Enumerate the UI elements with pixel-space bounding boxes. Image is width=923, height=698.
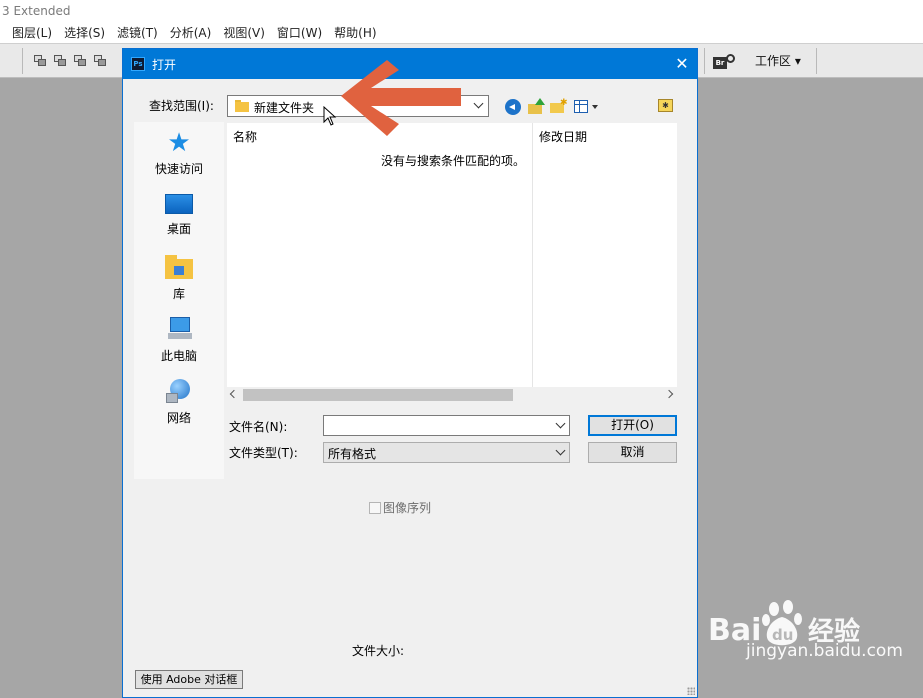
menu-bar: 图层(L) 选择(S) 滤镜(T) 分析(A) 视图(V) 窗口(W) 帮助(H… <box>0 22 923 43</box>
places-bar: ★ 快速访问 桌面 库 此电脑 网络 <box>134 122 224 479</box>
file-name-input[interactable] <box>323 415 570 436</box>
new-folder-icon[interactable]: ✱ <box>550 99 568 115</box>
favorite-folder-icon[interactable]: ✱ <box>658 99 673 112</box>
app-title: 3 Extended <box>0 0 923 22</box>
selection-new-icon[interactable] <box>34 55 47 67</box>
selection-add-icon[interactable] <box>54 55 67 67</box>
menu-help[interactable]: 帮助(H) <box>328 24 382 41</box>
menu-layer[interactable]: 图层(L) <box>6 24 58 41</box>
place-label: 快速访问 <box>154 162 203 176</box>
bridge-icon: Br <box>713 57 727 69</box>
file-type-select[interactable]: 所有格式 <box>323 442 570 463</box>
menu-window[interactable]: 窗口(W) <box>271 24 328 41</box>
toolbar-divider <box>704 48 705 74</box>
file-size-label: 文件大小: <box>352 644 405 658</box>
place-label: 库 <box>172 287 185 301</box>
place-this-pc[interactable]: 此电脑 <box>134 317 224 364</box>
quick-access-star-icon: ★ <box>167 128 191 158</box>
horizontal-scrollbar[interactable] <box>227 387 677 403</box>
network-icon <box>165 379 193 405</box>
toolbar-divider <box>22 48 23 74</box>
column-divider[interactable] <box>532 123 533 387</box>
place-label: 桌面 <box>166 222 191 236</box>
this-pc-icon <box>165 317 193 343</box>
dialog-title: 打开 <box>152 58 177 72</box>
magnifier-icon <box>726 54 735 63</box>
selection-subtract-icon[interactable] <box>74 55 87 67</box>
image-sequence-checkbox[interactable] <box>369 502 381 514</box>
image-sequence-label: 图像序列 <box>383 501 432 515</box>
place-desktop[interactable]: 桌面 <box>134 194 224 237</box>
view-dropdown-icon[interactable] <box>592 105 598 109</box>
place-network[interactable]: 网络 <box>134 379 224 426</box>
selection-intersect-icon[interactable] <box>94 55 107 67</box>
workspace-menu[interactable]: 工作区 ▾ <box>755 52 801 69</box>
place-library[interactable]: 库 <box>134 255 224 302</box>
annotation-arrow-icon <box>341 60 461 136</box>
place-label: 此电脑 <box>160 349 197 363</box>
file-list[interactable]: 名称 修改日期 没有与搜索条件匹配的项。 <box>227 123 677 403</box>
library-icon <box>165 255 193 281</box>
open-dialog: Ps 打开 ✕ 查找范围(I): 新建文件夹 ✱ ✱ ★ 快速访问 桌面 库 此… <box>122 48 698 698</box>
place-quick-access[interactable]: ★ 快速访问 <box>134 130 224 177</box>
menu-analysis[interactable]: 分析(A) <box>164 24 218 41</box>
look-in-label: 查找范围(I): <box>149 99 214 113</box>
menu-filter[interactable]: 滤镜(T) <box>111 24 164 41</box>
watermark-url: jingyan.baidu.com <box>746 641 903 661</box>
back-arrow-icon[interactable] <box>505 99 521 115</box>
file-name-label: 文件名(N): <box>229 420 288 434</box>
desktop-icon <box>165 194 193 220</box>
column-header-name[interactable]: 名称 <box>233 128 257 145</box>
close-icon[interactable]: ✕ <box>667 49 697 79</box>
photoshop-icon: Ps <box>131 57 145 71</box>
look-in-value: 新建文件夹 <box>254 101 315 115</box>
scroll-right-icon[interactable] <box>664 389 674 399</box>
view-menu-icon[interactable] <box>574 100 588 113</box>
image-sequence-option[interactable]: 图像序列 <box>369 499 431 516</box>
place-label: 网络 <box>166 411 191 425</box>
menu-select[interactable]: 选择(S) <box>58 24 111 41</box>
file-type-label: 文件类型(T): <box>229 446 298 460</box>
resize-grip-icon[interactable] <box>687 687 695 695</box>
bridge-button[interactable]: Br <box>711 53 739 71</box>
open-button[interactable]: 打开(O) <box>588 415 677 436</box>
cancel-button[interactable]: 取消 <box>588 442 677 463</box>
empty-message: 没有与搜索条件匹配的项。 <box>381 154 526 168</box>
up-folder-icon[interactable] <box>528 98 545 115</box>
chevron-down-icon[interactable] <box>470 96 486 116</box>
menu-view[interactable]: 视图(V) <box>217 24 271 41</box>
scrollbar-thumb[interactable] <box>243 389 513 401</box>
toolbar-divider <box>816 48 817 74</box>
use-adobe-dialog-button[interactable]: 使用 Adobe 对话框 <box>135 670 243 689</box>
folder-icon <box>235 100 249 112</box>
file-type-value: 所有格式 <box>328 447 377 461</box>
column-header-modified[interactable]: 修改日期 <box>539 128 587 145</box>
mouse-cursor-icon <box>323 106 337 126</box>
scroll-left-icon[interactable] <box>229 389 239 399</box>
chevron-down-icon[interactable] <box>553 443 567 462</box>
